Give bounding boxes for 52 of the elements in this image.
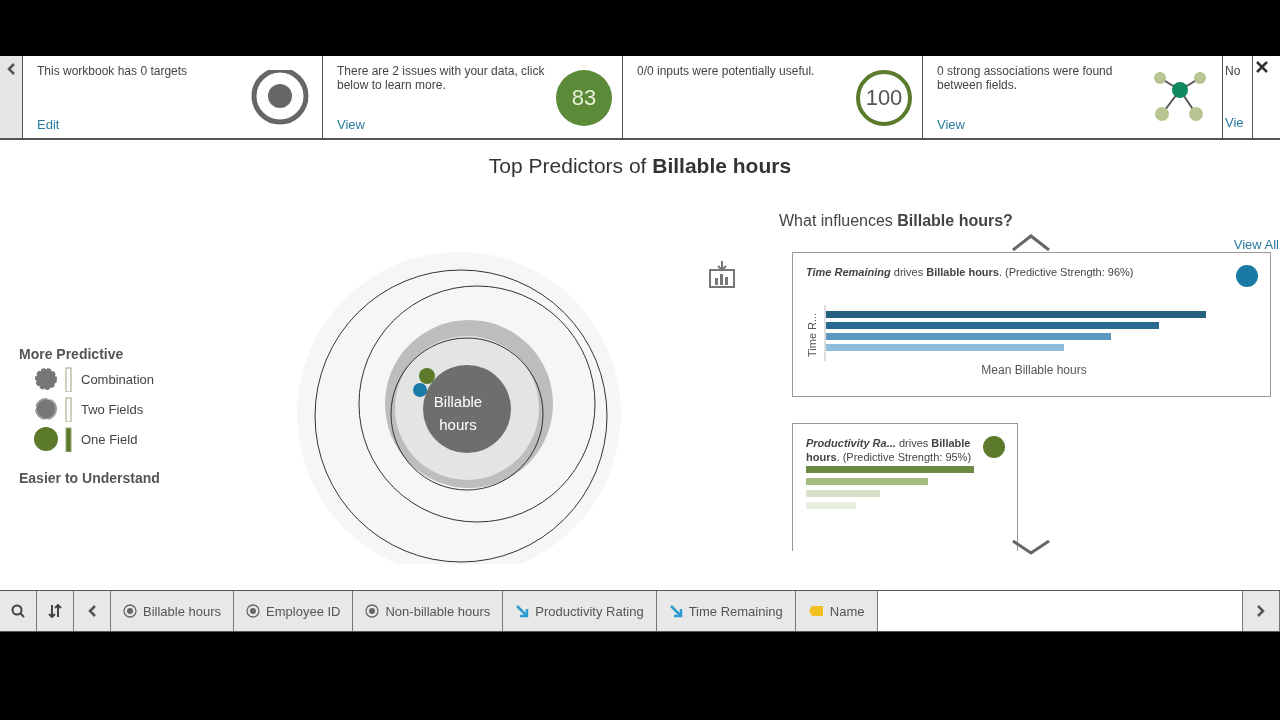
view-all-link[interactable]: View All: [1233, 237, 1279, 252]
search-button[interactable]: [0, 591, 37, 631]
field-tab[interactable]: Employee ID: [234, 591, 354, 631]
card-text: 0/0 inputs were potentially useful.: [637, 64, 816, 78]
legend-label: One Field: [81, 431, 138, 447]
sort-icon: [48, 604, 62, 618]
influence-card[interactable]: Productivity Ra... drives Billable hours. (Predictive Strength: 95%): [792, 423, 1018, 551]
legend-label: Combination: [81, 371, 154, 387]
chart-download-icon[interactable]: [707, 260, 737, 290]
card-link[interactable]: Edit: [37, 118, 242, 132]
legend-label: Two Fields: [81, 401, 144, 417]
field-tab[interactable]: Productivity Rating: [503, 591, 657, 631]
field-tab[interactable]: Non-billable hours: [353, 591, 504, 631]
card-link[interactable]: View: [937, 118, 1142, 132]
legend-heading: Easier to Understand: [19, 470, 161, 486]
card-text: No: [1225, 64, 1242, 78]
score-badge: 83: [556, 70, 612, 126]
axis-label: Mean Billable hours: [981, 363, 1087, 377]
chevron-up-icon[interactable]: [1011, 232, 1051, 252]
arrow-icon: [668, 604, 683, 618]
influence-text: Time Remaining drives Billable hours. (Predictive Strength: 96%): [806, 265, 1134, 279]
chevron-left-icon: [6, 62, 16, 76]
card-link[interactable]: Vie: [1225, 116, 1250, 130]
card-text: This workbook has 0 targets: [37, 64, 189, 78]
page-title: Top Predictors of Billable hours: [487, 153, 793, 178]
sort-button[interactable]: [37, 591, 74, 631]
close-icon[interactable]: [1255, 60, 1269, 74]
scroll-right-button[interactable]: [1243, 591, 1280, 631]
section-heading: What influences Billable hours?: [779, 212, 1013, 229]
field-tab[interactable]: Billable hours: [111, 591, 235, 631]
chevron-left-icon: [87, 604, 97, 618]
card-link[interactable]: View: [337, 118, 550, 132]
radio-target-icon: [123, 604, 137, 618]
legend-heading: More Predictive: [19, 346, 125, 362]
chart-bar: [806, 502, 856, 509]
card-text: There are 2 issues with your data, click below to learn more.: [337, 64, 546, 92]
score-badge: 100: [856, 70, 912, 126]
field-tab[interactable]: Name: [795, 591, 878, 631]
field-tab[interactable]: Time Remaining: [656, 591, 796, 631]
chevron-right-icon: [1256, 604, 1266, 618]
arrow-icon: [515, 604, 530, 618]
influence-text: Productivity Ra... drives Billable hours. (Predictive Strength: 95%): [806, 436, 973, 464]
scroll-left-button[interactable]: [74, 591, 111, 631]
search-icon: [11, 604, 25, 618]
radio-target-icon: [365, 604, 380, 618]
chevron-down-icon[interactable]: [1011, 539, 1051, 555]
influence-card[interactable]: Time Remaining drives Billable hours. (Predictive Strength: 96%) Time R... Mean Billable hours: [792, 252, 1271, 397]
axis-label: Time R...: [806, 311, 818, 357]
target-label: Billable hours: [432, 392, 484, 435]
card-text: 0 strong associations were found between fields.: [937, 64, 1114, 92]
radio-target-icon: [246, 604, 261, 618]
tag-icon: [807, 605, 824, 617]
